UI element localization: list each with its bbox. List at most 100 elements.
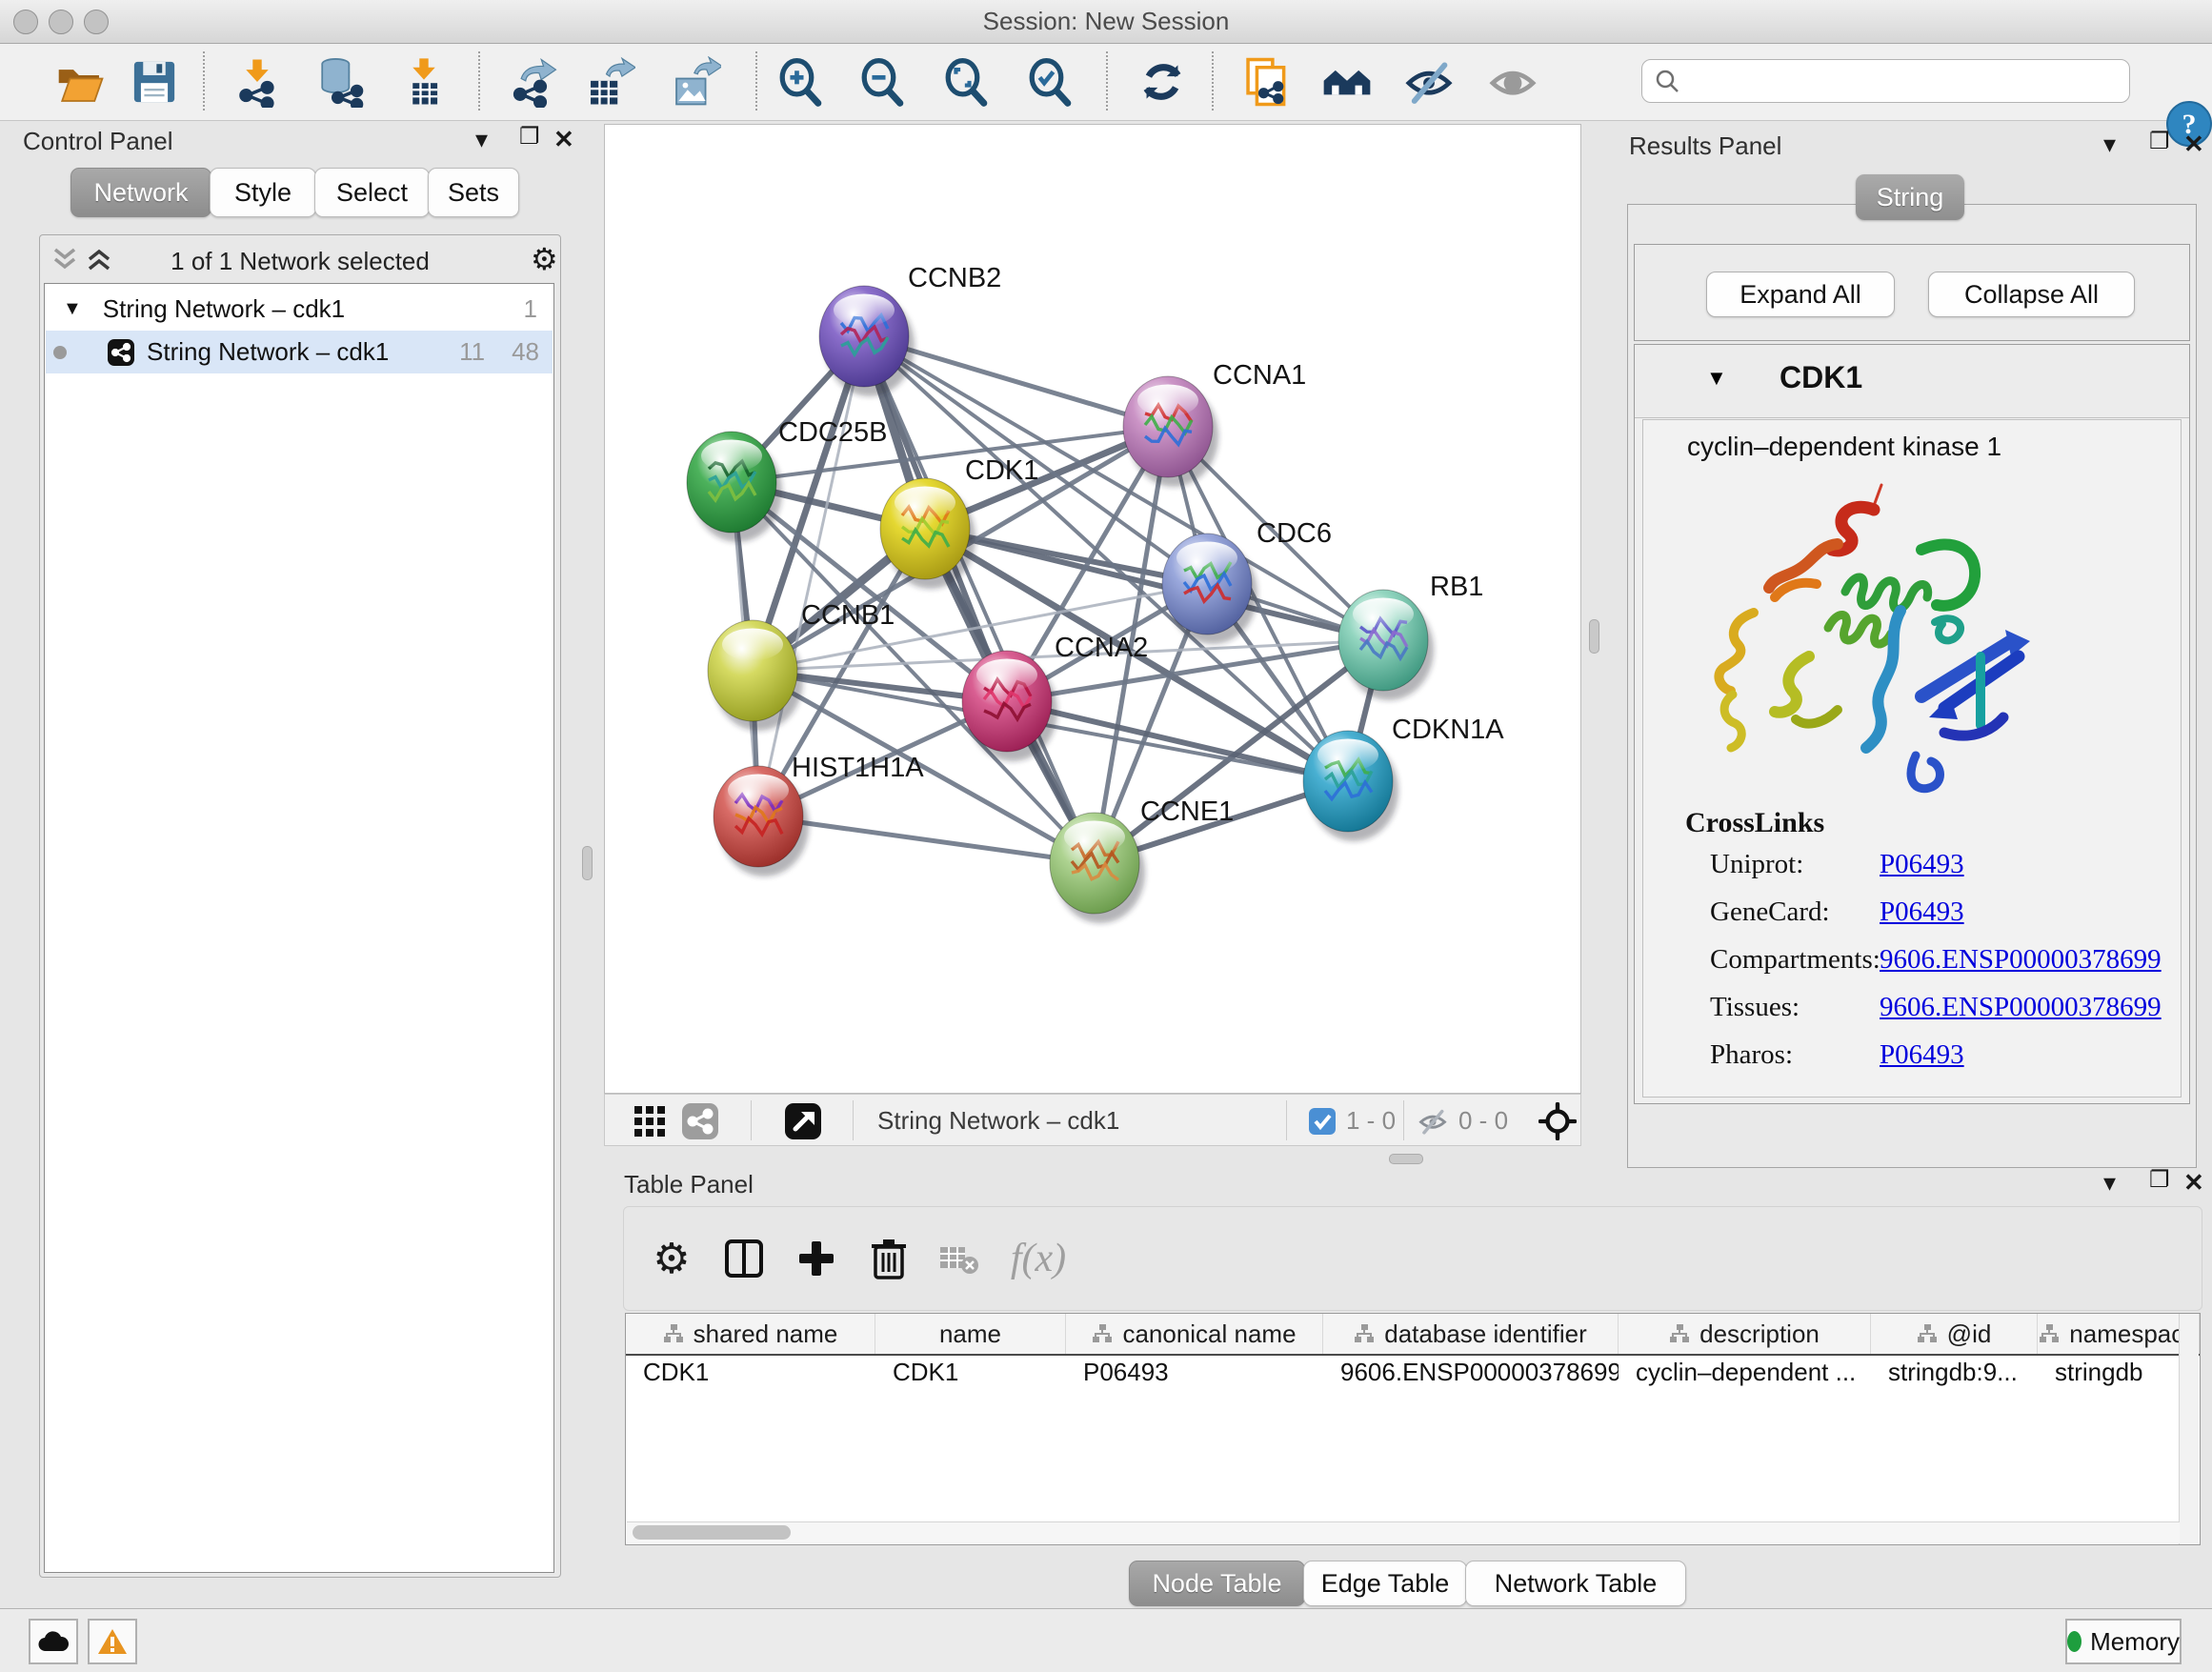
crosslink-link[interactable]: 9606.ENSP00000378699 (1880, 944, 2162, 976)
table-horizontal-scrollbar[interactable] (627, 1521, 2180, 1543)
tab-node-table[interactable]: Node Table (1129, 1561, 1305, 1606)
save-session-button[interactable] (124, 51, 185, 112)
column-header-namespace[interactable]: namespace (2038, 1314, 2200, 1354)
node-label: CDK1 (965, 455, 1038, 486)
export-network-button[interactable] (503, 51, 564, 112)
warnings-button[interactable] (88, 1619, 137, 1664)
collapse-all-button[interactable]: Collapse All (1928, 272, 2135, 317)
control-panel-float-icon[interactable]: ❐ (519, 123, 540, 151)
table-vertical-scrollbar[interactable] (2179, 1314, 2199, 1544)
show-all-button[interactable] (1482, 51, 1543, 112)
database-icon (314, 56, 366, 108)
column-header-name[interactable]: name (875, 1314, 1066, 1354)
network-options-gear-icon[interactable]: ⚙ (531, 241, 558, 277)
expand-all-button[interactable]: Expand All (1706, 272, 1895, 317)
search-input[interactable] (1688, 67, 2129, 95)
zoom-out-button[interactable] (852, 51, 913, 112)
cloud-status-button[interactable] (29, 1619, 78, 1664)
right-splitter-grip[interactable] (1589, 619, 1599, 654)
results-panel-menu-icon[interactable]: ▾ (2103, 130, 2116, 159)
memory-label: Memory (2090, 1627, 2180, 1657)
crosslink-link[interactable]: P06493 (1880, 849, 1964, 880)
network-row-selected[interactable]: String Network – cdk1 11 48 (46, 331, 553, 373)
new-network-from-selection-button[interactable] (1237, 51, 1297, 112)
edge-CCNB2-CCNE1[interactable] (864, 336, 1095, 863)
table-options-button[interactable]: ⚙ (641, 1228, 702, 1289)
table-cell[interactable]: stringdb (2038, 1358, 2200, 1396)
network-view-canvas[interactable]: CCNB2CCNA1CDC25BCDK1CDC6RB1CCNB1CCNA2CDK… (604, 124, 1581, 1094)
tab-network[interactable]: Network (70, 168, 211, 217)
crosslink-link[interactable]: P06493 (1880, 896, 1964, 928)
table-panel-menu-icon[interactable]: ▾ (2103, 1168, 2116, 1198)
import-network-file-button[interactable] (227, 51, 288, 112)
node-HIST1H1A[interactable]: HIST1H1A (714, 753, 924, 876)
column-header-shared-name[interactable]: shared name (626, 1314, 875, 1354)
scrollbar-thumb[interactable] (633, 1525, 791, 1540)
results-panel-close-icon[interactable]: ✕ (2183, 130, 2204, 159)
column-header--id[interactable]: @id (1871, 1314, 2038, 1354)
zoom-fit-button[interactable] (935, 51, 996, 112)
show-columns-button[interactable] (714, 1228, 774, 1289)
node-label: RB1 (1430, 572, 1483, 602)
tab-network-table[interactable]: Network Table (1465, 1561, 1686, 1606)
selected-checkbox[interactable] (1308, 1107, 1337, 1136)
fit-selected-button[interactable] (1538, 1102, 1577, 1140)
tab-style[interactable]: Style (210, 168, 316, 217)
node-CCNA1[interactable]: CCNA1 (1123, 360, 1306, 487)
node-CCNE1[interactable]: CCNE1 (1050, 796, 1234, 923)
zoom-in-button[interactable] (770, 51, 831, 112)
add-column-button[interactable] (786, 1228, 847, 1289)
column-header-description[interactable]: description (1619, 1314, 1871, 1354)
birdseye-view-button[interactable] (784, 1102, 822, 1140)
import-table-file-button[interactable] (393, 51, 454, 112)
table-cell[interactable]: CDK1 (875, 1358, 1066, 1396)
table-panel-float-icon[interactable]: ❐ (2149, 1166, 2170, 1194)
table-cell[interactable]: stringdb:9... (1871, 1358, 2038, 1396)
memory-button[interactable]: Memory (2065, 1619, 2182, 1664)
table-cell[interactable]: CDK1 (626, 1358, 875, 1396)
crosslink-link[interactable]: P06493 (1880, 1039, 1964, 1071)
table-cell[interactable]: cyclin–dependent ... (1619, 1358, 1871, 1396)
control-panel-close-icon[interactable]: ✕ (553, 125, 574, 154)
bottom-splitter-grip[interactable] (1389, 1154, 1423, 1164)
hidden-items-button[interactable] (1417, 1106, 1449, 1137)
node-CDC6[interactable]: CDC6 (1162, 518, 1332, 644)
first-neighbors-button[interactable] (1317, 51, 1377, 112)
trash-icon (870, 1238, 908, 1279)
table-panel-close-icon[interactable]: ✕ (2183, 1168, 2204, 1198)
node-CDKN1A[interactable]: CDKN1A (1303, 715, 1504, 841)
show-grid-button[interactable] (633, 1105, 666, 1138)
grid-icon (633, 1105, 666, 1138)
refresh-button[interactable] (1132, 51, 1193, 112)
network-collection-row[interactable]: ▼ String Network – cdk1 1 (46, 288, 553, 331)
table-cell[interactable]: 9606.ENSP00000378699 (1323, 1358, 1619, 1396)
results-panel-float-icon[interactable]: ❐ (2149, 128, 2170, 155)
tab-select[interactable]: Select (314, 168, 430, 217)
node-CCNB2[interactable]: CCNB2 (819, 263, 1001, 396)
import-network-database-button[interactable] (310, 51, 371, 112)
control-panel-menu-icon[interactable]: ▾ (475, 125, 488, 154)
hide-selected-button[interactable] (1398, 51, 1459, 112)
section-collapse-icon[interactable]: ▼ (1706, 366, 1727, 391)
table-cell[interactable]: P06493 (1066, 1358, 1323, 1396)
column-header-canonical-name[interactable]: canonical name (1066, 1314, 1323, 1354)
open-session-button[interactable] (50, 51, 111, 112)
export-image-button[interactable] (665, 51, 726, 112)
collection-expand-icon[interactable]: ▼ (63, 298, 82, 320)
tab-string[interactable]: String (1856, 174, 1964, 220)
crosslink-link[interactable]: 9606.ENSP00000378699 (1880, 992, 2162, 1023)
left-splitter-grip[interactable] (582, 846, 593, 880)
node-RB1[interactable]: RB1 (1338, 572, 1483, 700)
tab-edge-table[interactable]: Edge Table (1303, 1561, 1467, 1606)
export-table-button[interactable] (579, 51, 640, 112)
table-row[interactable]: CDK1CDK1P064939606.ENSP00000378699cyclin… (626, 1358, 2200, 1396)
protein-section-header[interactable]: ▼ CDK1 (1635, 345, 2189, 418)
tab-sets[interactable]: Sets (428, 168, 519, 217)
edge-HIST1H1A-CCNE1[interactable] (758, 816, 1095, 863)
column-header-database-identifier[interactable]: database identifier (1323, 1314, 1619, 1354)
zoom-selected-button[interactable] (1019, 51, 1080, 112)
network-graph[interactable]: CCNB2CCNA1CDC25BCDK1CDC6RB1CCNB1CCNA2CDK… (605, 125, 1580, 1093)
delete-column-button[interactable] (858, 1228, 919, 1289)
network-view-share-button[interactable] (681, 1102, 719, 1140)
shared-column-icon (2039, 1323, 2060, 1344)
